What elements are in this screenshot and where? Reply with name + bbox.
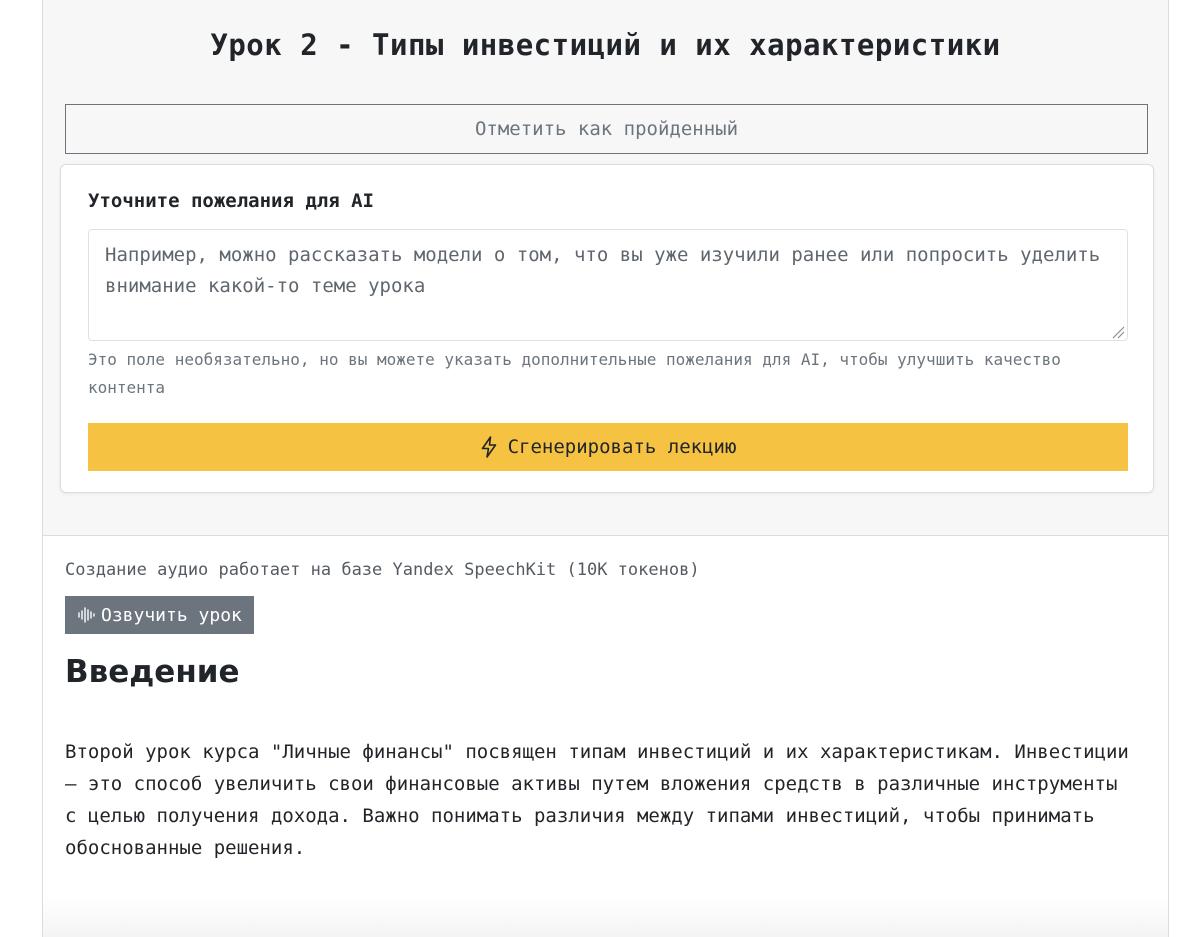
bottom-fade [43, 897, 1168, 937]
lesson-title: Урок 2 - Типы инвестиций и их характерис… [210, 28, 1001, 62]
audio-info-text: Создание аудио работает на базе Yandex S… [65, 560, 700, 580]
section-heading: Введение [65, 654, 240, 690]
voice-lesson-label: Озвучить урок [101, 604, 242, 626]
intro-paragraph: Второй урок курса "Личные финансы" посвя… [65, 741, 1129, 859]
soundwave-icon [78, 607, 95, 623]
lightning-icon [481, 436, 496, 458]
lesson-header-section: Урок 2 - Типы инвестиций и их характерис… [43, 0, 1168, 536]
mark-as-completed-button[interactable]: Отметить как пройденный [65, 104, 1148, 154]
generate-lecture-label: Сгенерировать лекцию [507, 436, 737, 458]
generate-lecture-button[interactable]: Сгенерировать лекцию [88, 423, 1128, 471]
ai-preferences-input[interactable] [88, 229, 1128, 341]
ai-preferences-card: Уточните пожелания для AI Это поле необя… [60, 164, 1154, 493]
lesson-page: Урок 2 - Типы инвестиций и их характерис… [42, 0, 1169, 937]
voice-lesson-button[interactable]: Озвучить урок [65, 596, 254, 634]
ai-preferences-title: Уточните пожелания для AI [88, 190, 374, 212]
ai-preferences-hint: Это поле необязательно, но вы можете ука… [88, 350, 1061, 397]
